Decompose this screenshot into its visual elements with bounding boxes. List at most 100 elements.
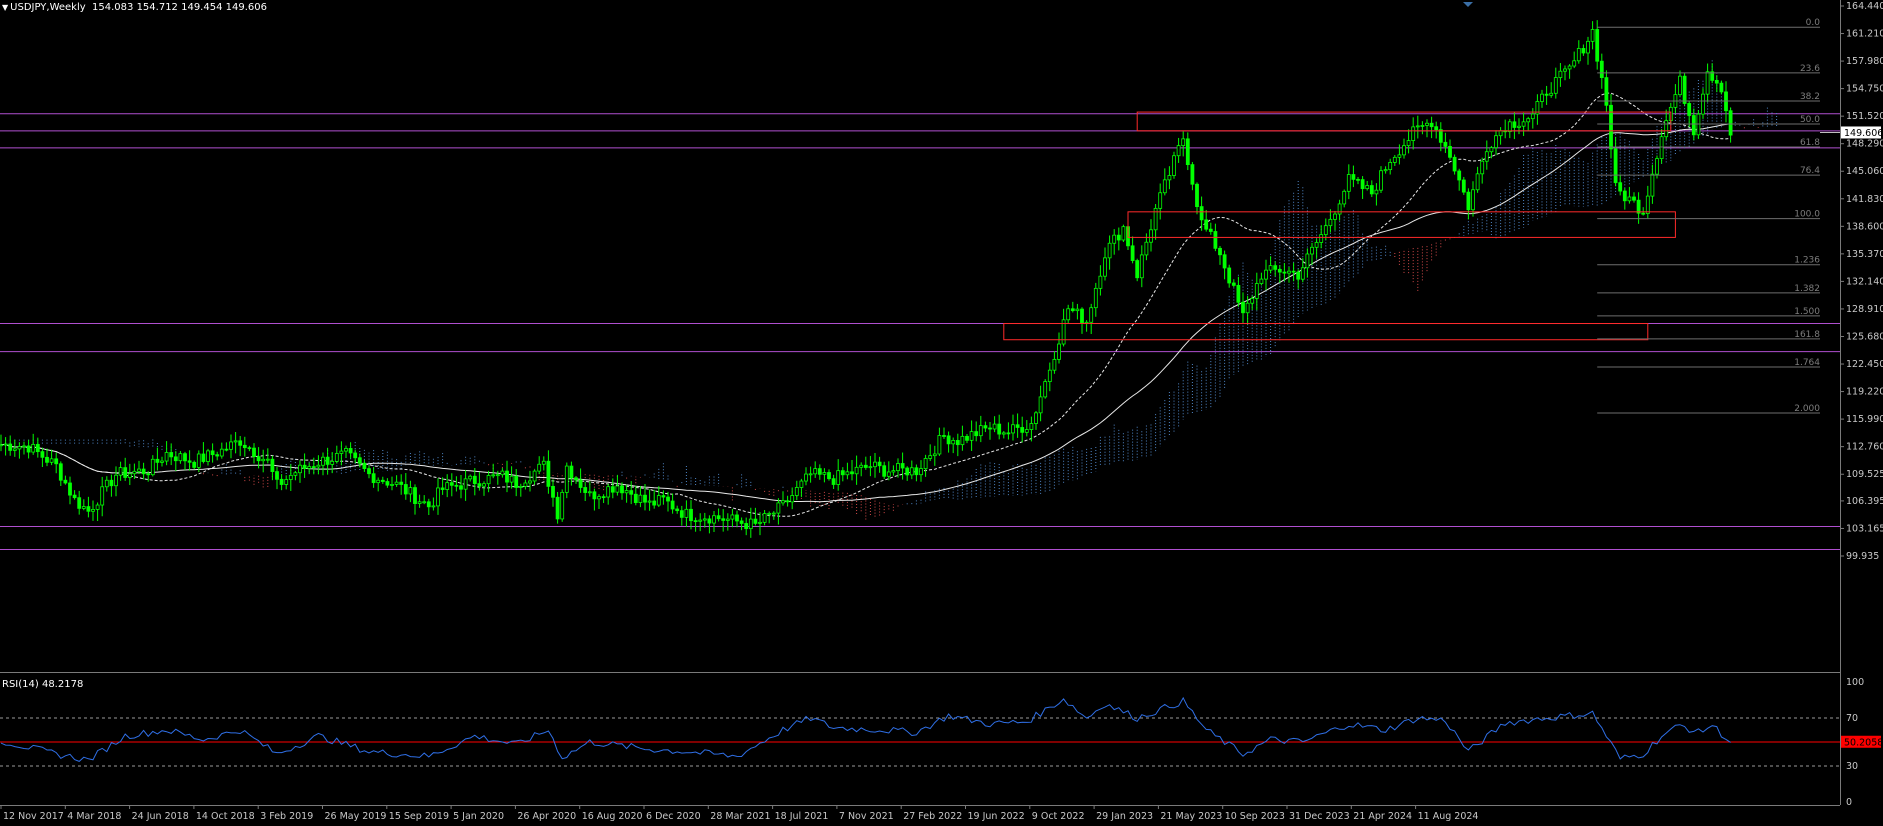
candle-up <box>137 468 141 472</box>
candle-down <box>505 470 509 483</box>
candle-up <box>969 431 974 441</box>
candle-down <box>583 487 588 493</box>
candle-up <box>1287 270 1291 274</box>
candle-down <box>275 471 279 480</box>
candle-up <box>541 460 546 465</box>
candle-up <box>1678 75 1682 96</box>
candle-down <box>1452 156 1457 172</box>
candle-down <box>77 497 82 509</box>
candle-down <box>449 482 454 486</box>
price-tick-label: 135.370 <box>1846 249 1883 260</box>
time-tick-label: 11 Aug 2024 <box>1418 811 1479 822</box>
price-tick-label: 154.750 <box>1846 84 1883 95</box>
candle-down <box>1599 60 1604 79</box>
candle-up <box>293 472 298 476</box>
candle-down <box>1227 267 1232 284</box>
candle-up <box>265 458 270 461</box>
candle-up <box>1567 65 1572 70</box>
candle-down <box>1613 148 1618 184</box>
candle-down <box>661 495 666 498</box>
candle-down <box>1429 122 1434 128</box>
candle-down <box>1448 146 1452 158</box>
candle-up <box>408 487 413 495</box>
candle-up <box>118 467 123 476</box>
candle-up <box>196 453 201 468</box>
candle-up <box>1705 71 1710 95</box>
candle-down <box>877 461 882 467</box>
candle-down <box>201 453 206 462</box>
candle-down <box>882 465 887 477</box>
candle-up <box>114 474 118 487</box>
candle-up <box>1310 246 1314 255</box>
chart-canvas[interactable]: 0.0 23.6 38.2 50.0 61.8 76.4 100.0 1.236 1.382 1.… <box>0 0 1883 826</box>
candle-down <box>1208 228 1213 232</box>
time-tick-label: 16 Aug 2020 <box>582 811 643 822</box>
candle-up <box>1530 113 1535 120</box>
candle-up <box>1489 147 1494 153</box>
candle-down <box>72 494 77 499</box>
candle-down <box>54 458 59 465</box>
candle-down <box>633 493 638 503</box>
time-tick-label: 28 Mar 2021 <box>710 811 770 822</box>
candle-up <box>564 465 569 493</box>
candle-up <box>1563 68 1567 72</box>
candle-up <box>431 505 436 508</box>
candle-down <box>1199 206 1204 221</box>
candle-up <box>486 475 491 485</box>
candle-up <box>1558 70 1563 78</box>
candle-down <box>1632 196 1636 201</box>
candle-down <box>256 456 261 462</box>
candle-up <box>233 440 238 443</box>
candle-down <box>270 458 275 472</box>
candle-up <box>1411 126 1416 141</box>
candle-up <box>436 487 440 507</box>
candle-up <box>859 464 864 468</box>
candle-down <box>173 456 178 462</box>
candle-up <box>1029 423 1034 430</box>
candle-up <box>560 491 565 520</box>
candle-down <box>1282 271 1287 274</box>
time-tick-label: 4 Mar 2018 <box>67 811 121 822</box>
collapse-arrow-icon[interactable]: ▼ <box>2 3 8 12</box>
chart-area[interactable] <box>0 0 1840 671</box>
candle-up <box>1043 381 1048 398</box>
candle-down <box>472 475 477 485</box>
candle-up <box>1066 308 1071 321</box>
candle-down <box>1714 80 1719 84</box>
time-tick-label: 21 May 2023 <box>1160 811 1222 822</box>
candle-up <box>1089 307 1094 323</box>
candle-down <box>238 440 243 446</box>
candle-up <box>49 458 54 463</box>
candle-down <box>1296 271 1301 280</box>
candle-up <box>1001 432 1006 435</box>
price-tick-label: 125.680 <box>1846 331 1883 342</box>
candle-down <box>1204 219 1209 230</box>
candle-up <box>1264 269 1268 280</box>
candle-down <box>1544 93 1549 96</box>
candle-up <box>1167 175 1172 181</box>
candle-up <box>1701 93 1705 115</box>
candle-up <box>1144 241 1149 256</box>
candle-down <box>983 425 988 429</box>
candle-down <box>1512 121 1517 128</box>
candle-up <box>1471 189 1475 211</box>
candle-up <box>206 450 210 462</box>
candle-up <box>1549 92 1554 96</box>
candle-up <box>1383 169 1388 172</box>
candle-up <box>886 471 891 477</box>
time-tick-label: 18 Jul 2021 <box>775 811 829 822</box>
candle-up <box>836 470 841 485</box>
candle-down <box>689 508 693 522</box>
candle-down <box>40 451 45 458</box>
current-price-label: 149.606 <box>1844 128 1883 139</box>
candle-up <box>1590 29 1595 42</box>
candle-up <box>1402 145 1406 156</box>
price-tick-label: 112.760 <box>1846 442 1883 453</box>
candle-up <box>1494 135 1498 149</box>
candle-down <box>1080 308 1084 324</box>
candle-down <box>426 501 431 508</box>
candle-down <box>367 468 371 475</box>
candle-up <box>1112 234 1117 244</box>
price-tick-label: 148.290 <box>1846 139 1883 150</box>
candle-down <box>109 479 114 487</box>
